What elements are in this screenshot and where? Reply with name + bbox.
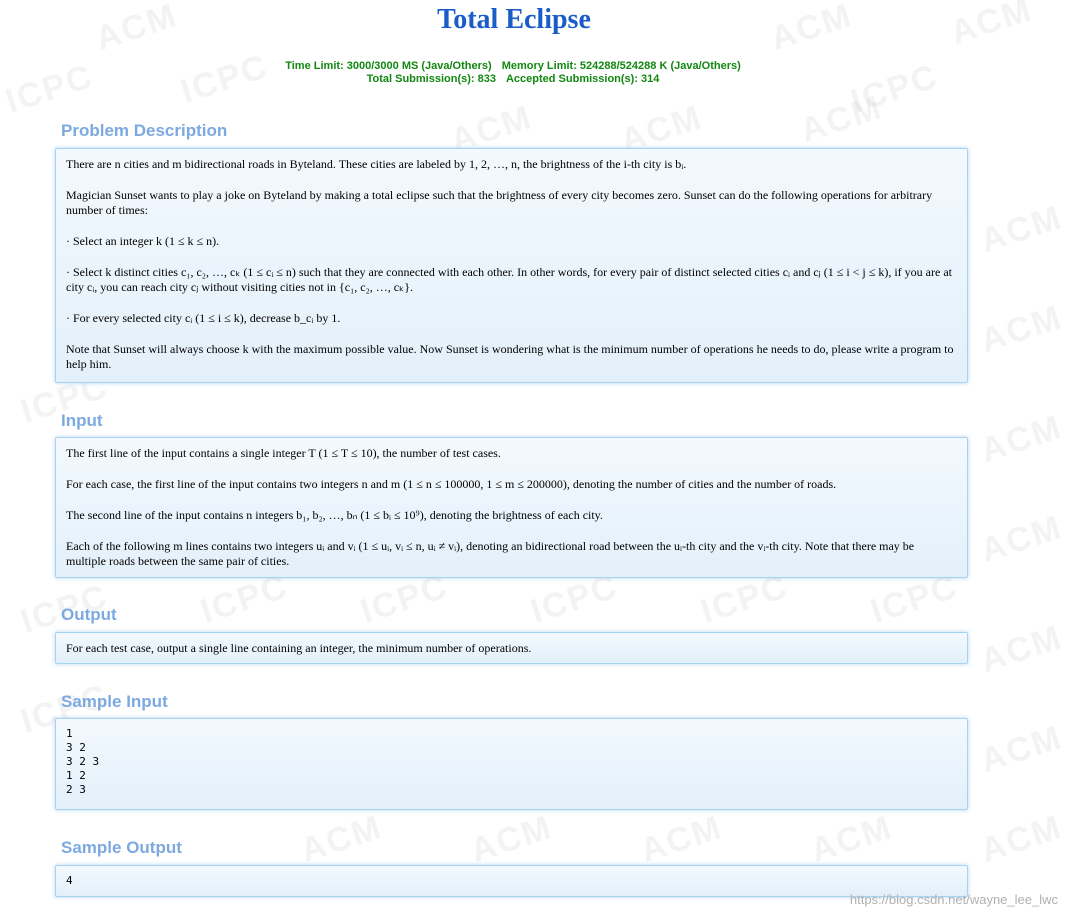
watermark: ACM <box>976 198 1068 260</box>
watermark: ACM <box>976 618 1068 680</box>
description-panel: There are n cities and m bidirectional r… <box>55 148 968 383</box>
memory-limit: Memory Limit: 524288/524288 K (Java/Othe… <box>501 60 741 72</box>
problem-title: Total Eclipse <box>437 4 591 35</box>
sample-output-panel: 4 <box>55 865 968 897</box>
watermark: ACM <box>976 298 1068 360</box>
sample-input-code: 1 3 2 3 2 3 1 2 2 3 <box>66 727 100 796</box>
input-paragraph: Each of the following m lines contains t… <box>66 539 915 568</box>
input-paragraph: The first line of the input contains a s… <box>66 446 501 460</box>
description-paragraph: Magician Sunset wants to play a joke on … <box>66 188 933 217</box>
sample-input-heading: Sample Input <box>61 692 168 711</box>
watermark: ACM <box>976 808 1068 870</box>
input-paragraph: The second line of the input contains n … <box>66 508 603 522</box>
total-submissions: Total Submission(s): 833 <box>366 73 496 85</box>
output-paragraph: For each test case, output a single line… <box>66 641 532 655</box>
watermark: ACM <box>636 808 728 870</box>
accepted-submissions: Accepted Submission(s): 314 <box>505 73 660 85</box>
watermark: ACM <box>806 808 898 870</box>
input-paragraph: For each case, the first line of the inp… <box>66 477 837 491</box>
watermark: ACM <box>466 808 558 870</box>
problem-limits: Time Limit: 3000/3000 MS (Java/Others) Me… <box>0 60 1026 86</box>
time-limit: Time Limit: 3000/3000 MS (Java/Others) <box>285 60 492 72</box>
input-panel: The first line of the input contains a s… <box>55 437 968 578</box>
blog-url: https://blog.csdn.net/wayne_lee_lwc <box>849 892 1058 907</box>
watermark: ACM <box>976 408 1068 470</box>
watermark: ACM <box>796 88 888 150</box>
description-paragraph: Note that Sunset will always choose k wi… <box>66 342 954 371</box>
sample-output-code: 4 <box>66 874 73 887</box>
description-paragraph: · For every selected city cᵢ (1 ≤ i ≤ k)… <box>66 311 341 325</box>
output-heading: Output <box>61 605 117 624</box>
sample-output-heading: Sample Output <box>61 838 182 857</box>
watermark: ACM <box>296 808 388 870</box>
watermark: ACM <box>976 718 1068 780</box>
watermark: ACM <box>976 508 1068 570</box>
input-heading: Input <box>61 411 103 430</box>
sample-input-panel: 1 3 2 3 2 3 1 2 2 3 <box>55 718 968 810</box>
limits-line-2: Total Submission(s): 833 Accepted Submiss… <box>0 73 1026 86</box>
description-paragraph: There are n cities and m bidirectional r… <box>66 157 687 171</box>
description-paragraph: · Select k distinct cities c₁, c₂, …, cₖ… <box>66 265 952 294</box>
description-heading: Problem Description <box>61 121 228 140</box>
description-paragraph: · Select an integer k (1 ≤ k ≤ n). <box>66 234 220 248</box>
limits-line-1: Time Limit: 3000/3000 MS (Java/Others) Me… <box>0 60 1026 73</box>
output-panel: For each test case, output a single line… <box>55 632 968 664</box>
